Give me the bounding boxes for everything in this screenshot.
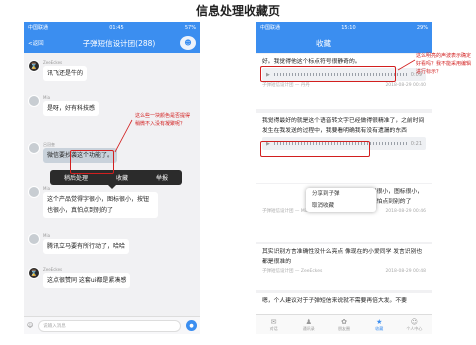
annotation-arrow [397,59,416,71]
annotation-arrows [114,59,416,153]
annotation-arrow [114,119,133,153]
favorites-annotation: 这么明亮的声波表示确定好看吗？我不能采用编辑进行标示？ [416,53,472,75]
